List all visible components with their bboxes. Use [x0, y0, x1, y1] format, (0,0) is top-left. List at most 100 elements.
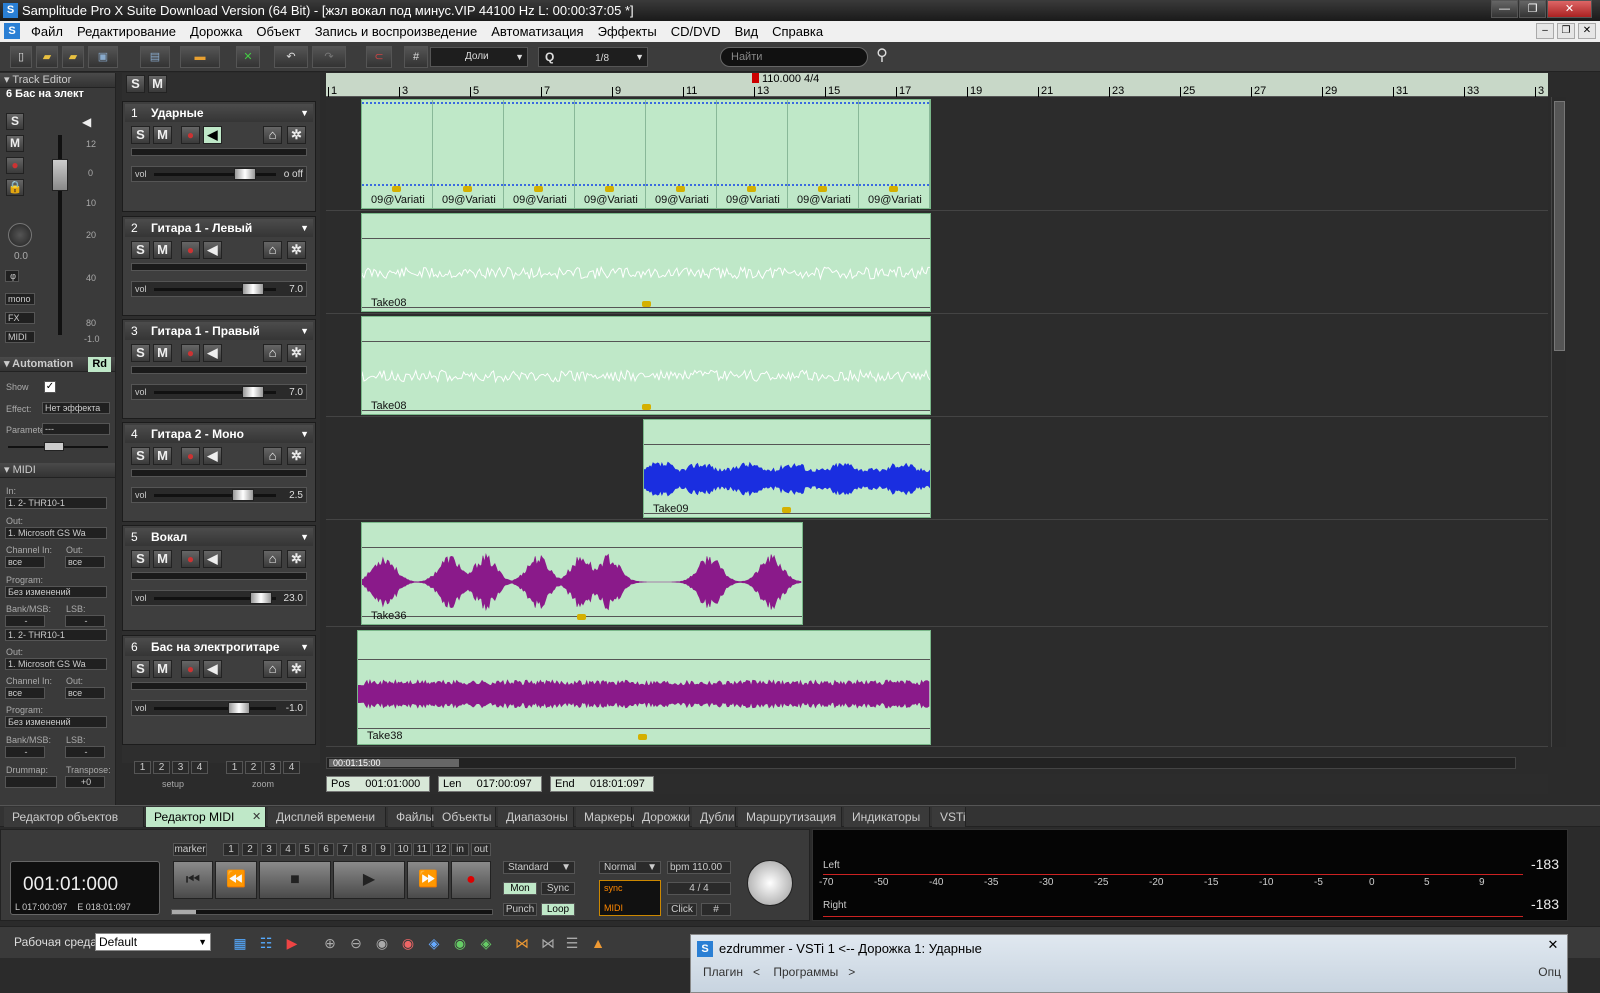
phase-icon[interactable]: φ	[5, 270, 19, 282]
record-arm-icon[interactable]: ●	[181, 126, 200, 144]
rewind-to-start-icon[interactable]: ⏮	[173, 861, 213, 899]
setup-1-button[interactable]: 1	[134, 761, 151, 774]
spectrum-icon[interactable]: ▲	[588, 933, 608, 953]
track-lane-3[interactable]: Take08	[326, 314, 1548, 417]
chevron-down-icon[interactable]: ▼	[300, 322, 309, 340]
zoom-4-button[interactable]: 4	[283, 761, 300, 774]
list-icon[interactable]: ☰	[562, 933, 582, 953]
diamond-green-icon[interactable]: ◈	[476, 933, 496, 953]
bank-msb-field[interactable]: -	[5, 615, 45, 627]
settings-gear-icon[interactable]: ✲	[287, 344, 306, 362]
zoom-2-button[interactable]: 2	[245, 761, 262, 774]
monitor-button[interactable]: Mon	[503, 882, 537, 895]
settings-gear-icon[interactable]: ✲	[287, 660, 306, 678]
effect-select[interactable]: Нет эффекта	[42, 402, 110, 414]
volume-slider-knob[interactable]	[242, 386, 264, 398]
bank-msb-field-2[interactable]: -	[5, 746, 45, 758]
midi-segment[interactable]: 09@Variati	[859, 100, 930, 208]
vsti-menu-options[interactable]: Опц	[1538, 965, 1561, 979]
marker-9-button[interactable]: 9	[375, 843, 391, 856]
mute-button[interactable]: M	[153, 447, 172, 465]
tab-6[interactable]: Маркеры	[576, 807, 635, 827]
tab-4[interactable]: Объекты	[434, 807, 496, 827]
snap-magnet-icon[interactable]: ⊂	[366, 46, 392, 68]
chevron-down-icon[interactable]: ▼	[300, 104, 309, 122]
menu-help[interactable]: Справка	[765, 21, 830, 42]
volume-slider[interactable]: vol o off	[131, 166, 307, 182]
search-input[interactable]: Найти	[720, 47, 868, 67]
marker-2-button[interactable]: 2	[242, 843, 258, 856]
lock-icon[interactable]: ⌂	[263, 241, 282, 259]
chevron-down-icon[interactable]: ▼	[300, 425, 309, 443]
midi-out-select[interactable]: 1. Microsoft GS Wa	[5, 527, 107, 539]
track-title[interactable]: 5 Вокал ▼	[125, 528, 313, 546]
audio-object-take08[interactable]: Take08	[361, 213, 931, 312]
play-icon[interactable]: ▶	[333, 861, 405, 899]
track-header-4[interactable]: 4 Гитара 2 - Моно ▼ S M ● ◀ ⌂ ✲ vol 2.5	[122, 422, 316, 522]
marker-7-button[interactable]: 7	[337, 843, 353, 856]
end-field[interactable]: End 018:01:097	[550, 776, 654, 792]
mute-button[interactable]: M	[6, 135, 24, 152]
marker-5-button[interactable]: 5	[299, 843, 315, 856]
solo-button[interactable]: S	[131, 660, 150, 678]
solo-button[interactable]: S	[6, 113, 24, 130]
eye-icon[interactable]: ◉	[372, 933, 392, 953]
vsti-menu-programs[interactable]: Программы	[773, 965, 838, 979]
menu-file[interactable]: Файл	[24, 21, 70, 42]
solo-button[interactable]: S	[131, 126, 150, 144]
menu-view[interactable]: Вид	[728, 21, 766, 42]
fx-button[interactable]: FX	[5, 312, 35, 324]
pos-field[interactable]: Pos 001:01:000	[326, 776, 430, 792]
tab-8[interactable]: Дубли	[692, 807, 736, 827]
workspace-select[interactable]: Default ▼	[95, 933, 211, 951]
audio-object-take38[interactable]: Take38	[357, 630, 931, 745]
menu-edit[interactable]: Редактирование	[70, 21, 183, 42]
doc-close-button[interactable]: ✕	[1578, 23, 1596, 39]
midi-segment[interactable]: 09@Variati	[504, 100, 575, 208]
grid-view-icon[interactable]: ▦	[230, 933, 250, 953]
record-mode-select[interactable]: Normal ▼	[599, 861, 661, 874]
rewind-icon[interactable]: ⏪	[215, 861, 257, 899]
monitor-speaker-icon[interactable]: ◀	[203, 660, 222, 678]
volume-slider[interactable]: vol 7.0	[131, 281, 307, 297]
speaker-icon[interactable]: ◀	[82, 115, 98, 129]
record-arm-icon[interactable]: ●	[181, 344, 200, 362]
len-field[interactable]: Len 017:00:097	[438, 776, 542, 792]
volume-slider-knob[interactable]	[232, 489, 254, 501]
bpm-field[interactable]: bpm 110.00	[667, 861, 731, 874]
midi-segment[interactable]: 09@Variati	[646, 100, 717, 208]
lock-icon[interactable]: ⌂	[263, 660, 282, 678]
tab-close-icon[interactable]: ✕	[252, 807, 261, 827]
sync-button[interactable]: Sync	[541, 882, 575, 895]
audio-object-take36[interactable]: Take36	[361, 522, 803, 625]
menu-track[interactable]: Дорожка	[183, 21, 249, 42]
mute-button[interactable]: M	[153, 344, 172, 362]
mute-button[interactable]: M	[153, 126, 172, 144]
chevron-down-icon[interactable]: ▼	[300, 219, 309, 237]
redo-icon[interactable]: ↷	[312, 46, 346, 68]
midi-button[interactable]: MIDI	[5, 331, 35, 343]
track-lane-1[interactable]: 09@Variati 09@Variati 09@Variati 09@Variati…	[326, 97, 1548, 211]
lsb-field-2[interactable]: -	[65, 746, 105, 758]
volume-slider[interactable]: vol 23.0	[131, 590, 307, 606]
track-title[interactable]: 2 Гитара 1 - Левый ▼	[125, 219, 313, 237]
open-folder-icon[interactable]: ▰	[36, 46, 58, 68]
fast-forward-icon[interactable]: ⏩	[407, 861, 449, 899]
volume-fader[interactable]	[52, 159, 68, 191]
monitor-speaker-icon[interactable]: ◀	[203, 126, 222, 144]
eye-green-icon[interactable]: ◉	[450, 933, 470, 953]
chevron-down-icon[interactable]: ▼	[300, 528, 309, 546]
zoom-3-button[interactable]: 3	[264, 761, 281, 774]
punch-button[interactable]: Punch	[503, 903, 537, 916]
lock-icon[interactable]: ⌂	[263, 344, 282, 362]
mute-button[interactable]: M	[153, 660, 172, 678]
track-header-5[interactable]: 5 Вокал ▼ S M ● ◀ ⌂ ✲ vol 23.0	[122, 525, 316, 631]
setup-2-button[interactable]: 2	[153, 761, 170, 774]
menu-effects[interactable]: Эффекты	[591, 21, 664, 42]
param-slider[interactable]	[44, 442, 64, 451]
marker-6-button[interactable]: 6	[318, 843, 334, 856]
settings-gear-icon[interactable]: ✲	[287, 126, 306, 144]
midi-header[interactable]: ▾ MIDI	[0, 463, 115, 478]
lock-icon[interactable]: ⌂	[263, 126, 282, 144]
track-lane-6[interactable]: Take38	[326, 630, 1548, 747]
